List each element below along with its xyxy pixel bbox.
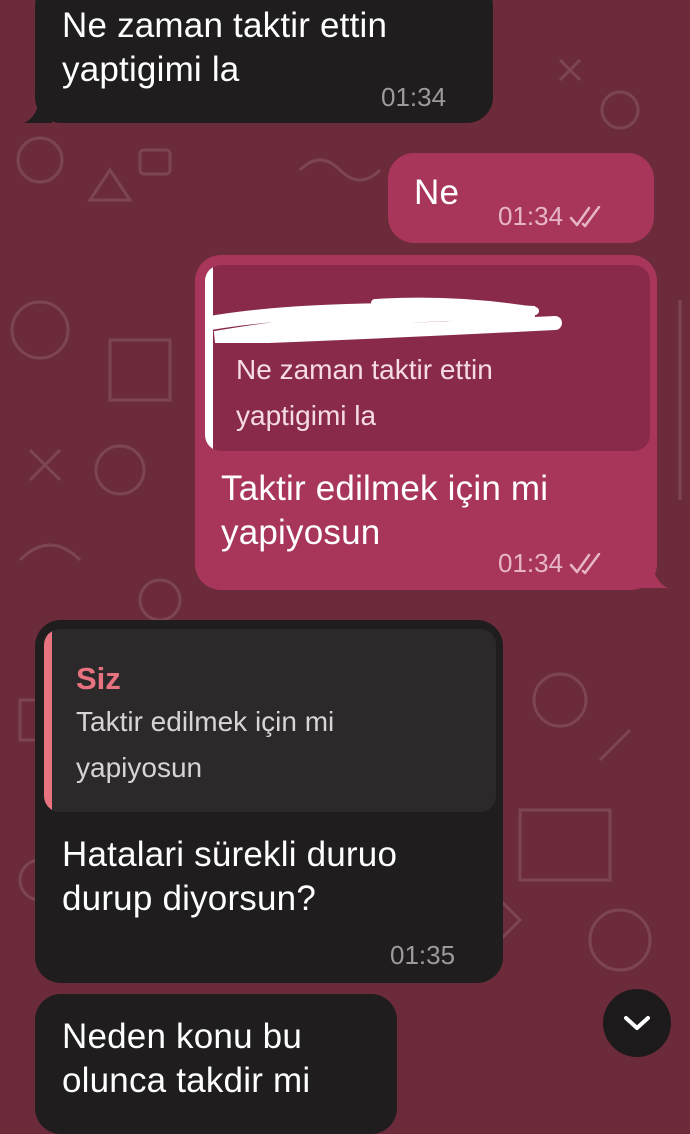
message-bubble-incoming[interactable]: Ne zaman taktir ettin yaptigimi la 01:34 xyxy=(35,0,493,123)
message-text-line: Neden konu bu xyxy=(62,1017,303,1056)
quote-text-line: Ne zaman taktir ettin xyxy=(236,354,493,385)
quote-text-line: yaptigimi la xyxy=(236,400,377,431)
double-check-icon xyxy=(569,553,601,575)
bubble-tail xyxy=(640,560,668,588)
quoted-message[interactable]: Ne zaman taktir ettin yaptigimi la xyxy=(205,265,650,451)
chevron-down-icon xyxy=(624,1016,650,1030)
message-meta: 01:34 xyxy=(498,201,605,232)
scroll-to-bottom-button[interactable] xyxy=(603,989,671,1057)
double-check-icon xyxy=(569,206,601,228)
quoted-message[interactable]: Siz Taktir edilmek için mi yapiyosun xyxy=(44,629,496,812)
message-bubble-outgoing-reply[interactable]: Ne zaman taktir ettin yaptigimi la Takti… xyxy=(195,255,657,590)
message-bubble-outgoing[interactable]: Ne 01:34 xyxy=(388,153,654,243)
quote-text-line: yapiyosun xyxy=(76,752,203,783)
message-time: 01:34 xyxy=(498,548,564,578)
message-text-line: Ne zaman taktir ettin xyxy=(62,6,388,45)
message-time: 01:34 xyxy=(498,201,564,231)
quote-accent-bar xyxy=(44,629,52,812)
quote-text-line: Taktir edilmek için mi xyxy=(76,706,335,737)
message-text: Ne xyxy=(414,173,460,212)
quote-author: Siz xyxy=(76,661,121,696)
message-time: 01:35 xyxy=(390,940,456,970)
message-text-line: olunca takdir mi xyxy=(62,1061,311,1100)
redaction-scribble xyxy=(205,297,562,343)
message-text-line: Taktir edilmek için mi xyxy=(221,469,549,508)
bubble-tail xyxy=(24,95,52,123)
message-text-line: Hatalari sürekli duruo xyxy=(62,835,398,874)
message-bubble-incoming-reply[interactable]: Siz Taktir edilmek için mi yapiyosun Hat… xyxy=(35,620,503,983)
message-text-line: durup diyorsun? xyxy=(62,879,316,918)
message-bubble-incoming[interactable]: Neden konu bu olunca takdir mi xyxy=(35,994,397,1134)
message-text-line: yaptigimi la xyxy=(62,50,240,89)
message-time: 01:34 xyxy=(381,82,447,112)
message-meta: 01:34 xyxy=(498,548,605,579)
